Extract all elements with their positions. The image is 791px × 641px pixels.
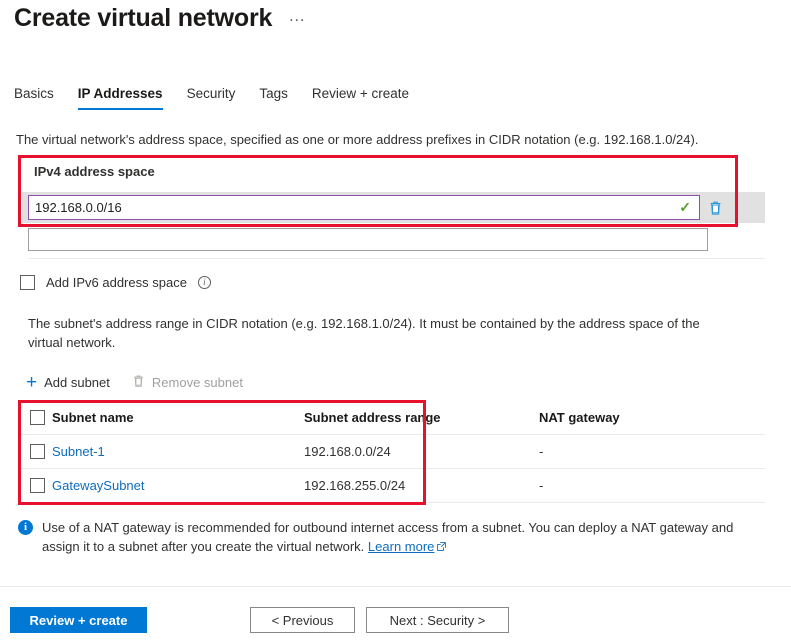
wizard-tabs: Basics IP Addresses Security Tags Review…	[14, 86, 409, 110]
next-button[interactable]: Next : Security >	[366, 607, 509, 633]
highlight-box-subnet-table	[18, 400, 426, 505]
column-header-nat-gateway[interactable]: NAT gateway	[539, 410, 765, 425]
add-subnet-label: Add subnet	[44, 375, 110, 390]
ipv4-description: The virtual network's address space, spe…	[16, 132, 699, 147]
add-ipv6-checkbox[interactable]	[20, 275, 35, 290]
ipv4-address-input-secondary[interactable]	[28, 228, 708, 251]
tab-security[interactable]: Security	[187, 86, 236, 110]
cell-nat-gateway: -	[539, 478, 544, 493]
highlight-box-ipv4-address-space	[18, 155, 738, 227]
tab-tags[interactable]: Tags	[259, 86, 288, 110]
banner-text-wrap: Use of a NAT gateway is recommended for …	[42, 518, 758, 556]
add-ipv6-label: Add IPv6 address space	[46, 275, 187, 290]
footer-divider	[0, 586, 791, 587]
add-ipv6-row: Add IPv6 address space i	[20, 275, 211, 290]
add-subnet-button[interactable]: + Add subnet	[26, 371, 110, 393]
section-divider	[28, 258, 765, 259]
subnet-description: The subnet's address range in CIDR notat…	[28, 316, 700, 350]
wizard-footer: Review + create < Previous Next : Securi…	[0, 600, 791, 641]
external-link-icon	[437, 542, 447, 551]
nat-gateway-info-banner: i Use of a NAT gateway is recommended fo…	[18, 518, 758, 556]
tab-ip-addresses[interactable]: IP Addresses	[77, 86, 163, 110]
info-icon[interactable]: i	[197, 276, 211, 289]
tab-review-create[interactable]: Review + create	[312, 86, 409, 110]
create-virtual-network-page: Create virtual network … Basics IP Addre…	[0, 0, 791, 641]
plus-icon: +	[26, 371, 38, 393]
more-options-icon[interactable]: …	[288, 7, 307, 24]
tab-basics[interactable]: Basics	[14, 86, 54, 110]
trash-icon	[132, 374, 145, 391]
learn-more-link[interactable]: Learn more	[368, 539, 434, 554]
subnet-command-bar: + Add subnet Remove subnet	[26, 371, 243, 393]
title-row: Create virtual network …	[14, 4, 307, 33]
remove-subnet-label: Remove subnet	[151, 375, 243, 390]
info-icon: i	[18, 520, 33, 535]
page-title: Create virtual network	[14, 4, 273, 32]
previous-button[interactable]: < Previous	[250, 607, 355, 633]
remove-subnet-button[interactable]: Remove subnet	[132, 374, 243, 391]
cell-nat-gateway: -	[539, 444, 544, 459]
review-create-button[interactable]: Review + create	[10, 607, 147, 633]
